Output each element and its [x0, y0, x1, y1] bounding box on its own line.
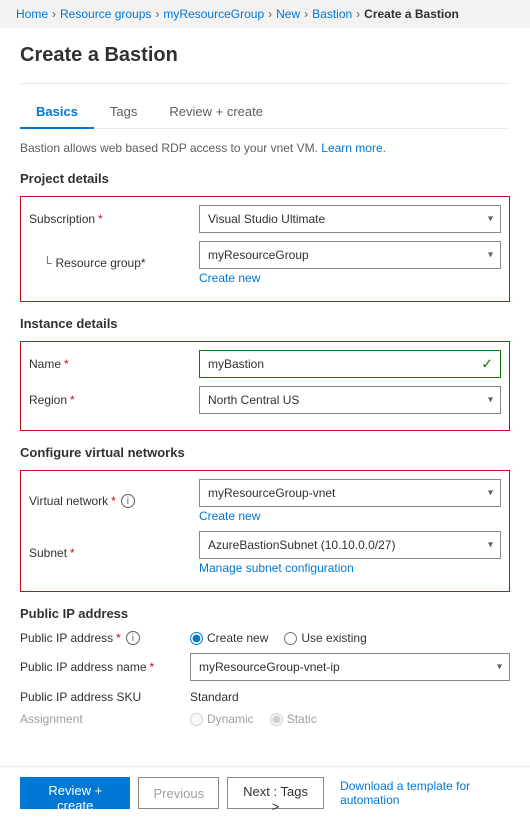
resource-group-row: Resource group* myResourceGroup ▾ Create… — [29, 241, 501, 285]
public-ip-radio-group: Create new Use existing — [190, 631, 510, 645]
next-button[interactable]: Next : Tags > — [227, 777, 324, 809]
public-ip-section: Public IP address Public IP address* i C… — [20, 606, 510, 726]
name-input[interactable] — [199, 350, 501, 378]
assignment-label: Assignment — [20, 712, 190, 726]
breadcrumb-new[interactable]: New — [276, 7, 300, 21]
assignment-row: Assignment Dynamic Static — [20, 712, 510, 726]
breadcrumb-resource-groups[interactable]: Resource groups — [60, 7, 151, 21]
project-details-title: Project details — [20, 171, 510, 186]
public-ip-info-icon[interactable]: i — [126, 631, 140, 645]
region-row: Region* North Central US ▾ — [29, 386, 501, 414]
public-ip-address-row: Public IP address* i Create new Use exis… — [20, 631, 510, 645]
instance-details-section: Instance details Name* ✓ Region* — [20, 316, 510, 431]
breadcrumb-bastion[interactable]: Bastion — [312, 7, 352, 21]
breadcrumb: Home › Resource groups › myResourceGroup… — [0, 0, 530, 28]
name-row: Name* ✓ — [29, 350, 501, 378]
region-select[interactable]: North Central US — [199, 386, 501, 414]
resource-group-create-new[interactable]: Create new — [199, 271, 501, 285]
subscription-select[interactable]: Visual Studio Ultimate — [199, 205, 501, 233]
public-ip-label: Public IP address* i — [20, 631, 190, 645]
vnet-label: Virtual network* i — [29, 494, 199, 508]
public-ip-sku-value: Standard — [190, 689, 510, 704]
region-control: North Central US ▾ — [199, 386, 501, 414]
vnet-control: myResourceGroup-vnet ▾ Create new — [199, 479, 501, 523]
public-ip-sku-row: Public IP address SKU Standard — [20, 689, 510, 704]
virtual-networks-section: Configure virtual networks Virtual netwo… — [20, 445, 510, 592]
project-details-group: Subscription* Visual Studio Ultimate ▾ R… — [20, 196, 510, 302]
subnet-control: AzureBastionSubnet (10.10.0.0/27) ▾ Mana… — [199, 531, 501, 575]
vnet-select[interactable]: myResourceGroup-vnet — [199, 479, 501, 507]
breadcrumb-current: Create a Bastion — [364, 7, 459, 21]
radio-use-existing[interactable]: Use existing — [284, 631, 366, 645]
subnet-select[interactable]: AzureBastionSubnet (10.10.0.0/27) — [199, 531, 501, 559]
public-ip-name-row: Public IP address name* myResourceGroup-… — [20, 653, 510, 681]
radio-create-new[interactable]: Create new — [190, 631, 268, 645]
assignment-control: Dynamic Static — [190, 712, 510, 726]
name-label: Name* — [29, 357, 199, 371]
tab-bar: Basics Tags Review + create — [20, 96, 510, 129]
breadcrumb-my-resource-group[interactable]: myResourceGroup — [163, 7, 264, 21]
project-details-section: Project details Subscription* Visual Stu… — [20, 171, 510, 302]
public-ip-name-control: myResourceGroup-vnet-ip ▾ — [190, 653, 510, 681]
description-text: Bastion allows web based RDP access to y… — [20, 141, 510, 155]
page-title: Create a Bastion — [20, 44, 510, 67]
public-ip-title: Public IP address — [20, 606, 510, 621]
virtual-networks-group: Virtual network* i myResourceGroup-vnet … — [20, 470, 510, 592]
subnet-label: Subnet* — [29, 546, 199, 560]
footer-bar: Review + create Previous Next : Tags > D… — [0, 766, 530, 819]
tab-review-create[interactable]: Review + create — [153, 96, 279, 129]
resource-group-control: myResourceGroup ▾ Create new — [199, 241, 501, 285]
public-ip-name-select[interactable]: myResourceGroup-vnet-ip — [190, 653, 510, 681]
tab-basics[interactable]: Basics — [20, 96, 94, 129]
instance-details-group: Name* ✓ Region* North Central US — [20, 341, 510, 431]
name-control: ✓ — [199, 350, 501, 378]
previous-button[interactable]: Previous — [138, 777, 219, 809]
breadcrumb-home[interactable]: Home — [16, 7, 48, 21]
subscription-control: Visual Studio Ultimate ▾ — [199, 205, 501, 233]
subnet-row: Subnet* AzureBastionSubnet (10.10.0.0/27… — [29, 531, 501, 575]
vnet-row: Virtual network* i myResourceGroup-vnet … — [29, 479, 501, 523]
resource-group-label: Resource group* — [29, 256, 199, 270]
vnet-info-icon[interactable]: i — [121, 494, 135, 508]
vnet-create-new[interactable]: Create new — [199, 509, 501, 523]
public-ip-sku-label: Public IP address SKU — [20, 690, 190, 704]
download-template-link[interactable]: Download a template for automation — [340, 779, 510, 807]
name-valid-icon: ✓ — [481, 356, 493, 373]
virtual-networks-title: Configure virtual networks — [20, 445, 510, 460]
public-ip-name-label: Public IP address name* — [20, 660, 190, 674]
radio-dynamic: Dynamic — [190, 712, 254, 726]
region-label: Region* — [29, 393, 199, 407]
review-create-button[interactable]: Review + create — [20, 777, 130, 809]
manage-subnet-link[interactable]: Manage subnet configuration — [199, 561, 501, 575]
radio-static: Static — [270, 712, 317, 726]
subscription-row: Subscription* Visual Studio Ultimate ▾ — [29, 205, 501, 233]
subscription-label: Subscription* — [29, 212, 199, 226]
resource-group-select[interactable]: myResourceGroup — [199, 241, 501, 269]
learn-more-link[interactable]: Learn more. — [321, 141, 386, 155]
instance-details-title: Instance details — [20, 316, 510, 331]
tab-tags[interactable]: Tags — [94, 96, 153, 129]
